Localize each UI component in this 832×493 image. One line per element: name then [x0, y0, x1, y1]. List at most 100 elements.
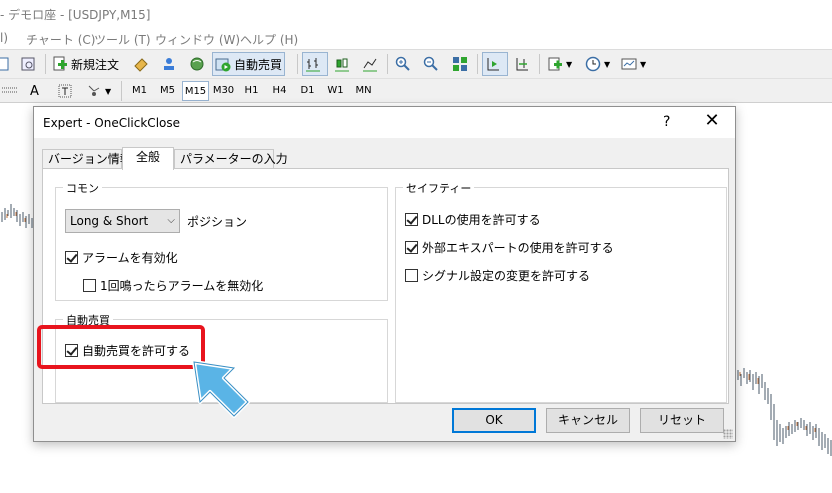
menu-item-view[interactable]: l)	[0, 31, 8, 45]
new-chart-icon	[0, 57, 9, 71]
allow-signal-changes-label: シグナル設定の変更を許可する	[422, 269, 591, 283]
indicators-button[interactable]: ▼	[545, 52, 574, 76]
menu-item-tools[interactable]: ツール (T)	[94, 31, 151, 48]
dropdown-arrow-icon: ▼	[604, 59, 611, 69]
templates-icon	[621, 58, 637, 70]
text-box-button[interactable]	[55, 79, 75, 103]
safety-group-label: セイフティー	[403, 180, 475, 196]
chart-shift-button[interactable]	[512, 52, 532, 76]
timeframe-m5[interactable]: M5	[154, 81, 181, 101]
line-chart-icon	[363, 58, 377, 72]
enable-alerts-label: アラームを有効化	[82, 251, 178, 265]
allow-external-experts-checkbox[interactable]: 外部エキスパートの使用を許可する	[405, 239, 614, 256]
profiles-icon	[21, 57, 35, 71]
menu-item-chart[interactable]: チャート (C)	[26, 31, 95, 48]
app-title: - デモロ座 - [USDJPY,M15]	[0, 8, 151, 22]
checkbox-checked-icon	[405, 241, 418, 254]
metaeditor-button[interactable]	[131, 52, 151, 76]
globe-icon	[190, 57, 204, 71]
new-order-button[interactable]: 新規注文	[50, 52, 121, 76]
auto-trading-label: 自動売買	[234, 57, 283, 72]
checkbox-checked-icon	[405, 213, 418, 226]
zoom-in-icon	[395, 56, 410, 71]
ok-button[interactable]: OK	[452, 408, 536, 433]
candlestick-icon	[335, 58, 349, 72]
candlestick-button[interactable]	[332, 52, 352, 76]
reset-button[interactable]: リセット	[640, 408, 724, 433]
auto-scroll-button[interactable]	[482, 52, 508, 76]
position-select[interactable]: Long & Short ⌵	[65, 209, 180, 233]
timeframe-mn[interactable]: MN	[350, 81, 377, 101]
chevron-down-icon: ⌵	[167, 215, 175, 226]
close-button[interactable]: ✕	[698, 110, 726, 134]
cancel-button[interactable]: キャンセル	[546, 408, 630, 433]
market-watch-button[interactable]	[187, 52, 207, 76]
expert-properties-dialog: Expert - OneClickClose ? ✕ バージョン情報 全般 パラ…	[33, 106, 736, 442]
zoom-out-button[interactable]	[421, 52, 441, 76]
line-chart-button[interactable]	[360, 52, 380, 76]
new-chart-button[interactable]	[0, 52, 12, 76]
timeframe-d1[interactable]: D1	[294, 81, 321, 101]
timeframe-m1[interactable]: M1	[126, 81, 153, 101]
disable-alert-after-one-label: 1回鳴ったらアラームを無効化	[100, 279, 264, 293]
indicators-icon	[548, 57, 562, 71]
navigator-button[interactable]	[159, 52, 179, 76]
templates-button[interactable]: ▼	[619, 52, 648, 76]
disable-alert-after-one-checkbox[interactable]: 1回鳴ったらアラームを無効化	[83, 277, 263, 294]
tab-general[interactable]: 全般	[122, 147, 174, 170]
position-label: ポジション	[187, 215, 248, 229]
timeframe-m15[interactable]: M15	[182, 81, 209, 101]
menu-item-window[interactable]: ウィンドウ (W)	[155, 31, 240, 48]
resize-grip-icon[interactable]	[723, 429, 733, 439]
allow-dll-checkbox[interactable]: DLLの使用を許可する	[405, 211, 541, 228]
common-group: コモン Long & Short ⌵ ポジション アラームを有効化 1回鳴ったら…	[55, 180, 388, 301]
metaeditor-icon	[134, 58, 148, 72]
auto-trading-icon	[215, 58, 231, 72]
allow-signal-changes-checkbox[interactable]: シグナル設定の変更を許可する	[405, 267, 590, 284]
text-box-icon	[58, 84, 72, 98]
horizontal-line-button[interactable]	[0, 79, 20, 103]
dropdown-arrow-icon: ▼	[640, 59, 647, 69]
checkbox-checked-icon	[65, 251, 78, 264]
app-titlebar: - デモロ座 - [USDJPY,M15]	[0, 0, 832, 27]
new-order-label: 新規注文	[71, 57, 120, 72]
tile-windows-button[interactable]	[450, 52, 470, 76]
horizontal-line-icon	[2, 87, 18, 93]
arrows-icon	[88, 85, 100, 96]
tab-version-info[interactable]: バージョン情報	[42, 149, 132, 169]
menu-bar: l) チャート (C) ツール (T) ウィンドウ (W) ヘルプ (H)	[0, 27, 832, 49]
line-studies-toolbar: A ▼	[0, 78, 832, 103]
enable-alerts-checkbox[interactable]: アラームを有効化	[65, 249, 178, 266]
text-label-button[interactable]: A	[28, 79, 41, 103]
dropdown-arrow-icon: ▼	[105, 86, 112, 96]
standard-toolbar: 新規注文 自動売買 ▼ ▼ ▼	[0, 49, 832, 78]
timeframe-w1[interactable]: W1	[322, 81, 349, 101]
arrows-button[interactable]: ▼	[84, 79, 113, 103]
common-group-label: コモン	[63, 180, 102, 196]
bar-chart-icon	[306, 58, 320, 72]
menu-item-help[interactable]: ヘルプ (H)	[240, 31, 298, 48]
periods-button[interactable]: ▼	[583, 52, 612, 76]
navigator-icon	[164, 58, 174, 70]
bar-chart-button[interactable]	[302, 52, 328, 76]
dropdown-arrow-icon: ▼	[566, 59, 573, 69]
safety-group: セイフティー DLLの使用を許可する 外部エキスパートの使用を許可する シグナル…	[395, 180, 727, 403]
zoom-out-icon	[423, 56, 438, 71]
dialog-title: Expert - OneClickClose	[43, 116, 180, 130]
new-order-icon	[53, 56, 67, 71]
allow-dll-label: DLLの使用を許可する	[422, 213, 541, 227]
highlight-box	[37, 325, 205, 369]
profiles-button[interactable]	[18, 52, 38, 76]
help-button[interactable]: ?	[663, 114, 670, 130]
checkbox-unchecked-icon	[405, 269, 418, 282]
timeframe-m30[interactable]: M30	[210, 81, 237, 101]
tab-input-parameters[interactable]: パラメーターの入力	[174, 149, 288, 169]
zoom-in-button[interactable]	[393, 52, 413, 76]
auto-trading-toggle-button[interactable]: 自動売買	[212, 52, 286, 76]
timeframe-h4[interactable]: H4	[266, 81, 293, 101]
dialog-titlebar[interactable]: Expert - OneClickClose ? ✕	[34, 107, 735, 138]
allow-external-experts-label: 外部エキスパートの使用を許可する	[422, 241, 614, 255]
text-A-icon: A	[30, 83, 39, 99]
timeframe-h1[interactable]: H1	[238, 81, 265, 101]
chart-shift-icon	[516, 58, 528, 71]
